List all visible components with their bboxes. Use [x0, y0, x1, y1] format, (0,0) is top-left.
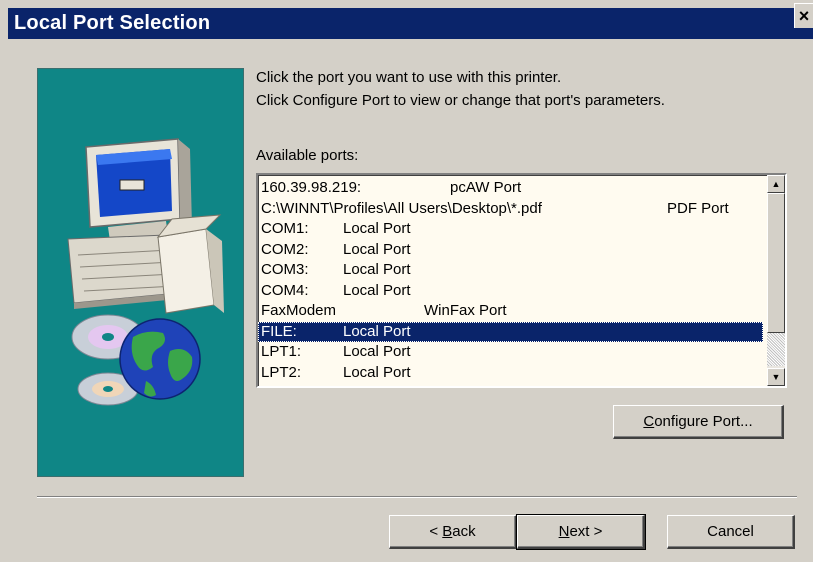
- port-description: pcAW Port: [450, 179, 522, 196]
- port-description: Local Port: [343, 240, 411, 258]
- close-button[interactable]: ×: [794, 3, 813, 28]
- title-bar: Local Port Selection ×: [0, 0, 813, 40]
- globe-icon: [119, 318, 201, 400]
- arrow-up-icon: ▲: [771, 178, 781, 189]
- back-button[interactable]: < Back: [389, 515, 517, 549]
- available-ports-label: Available ports:: [256, 147, 359, 164]
- back-accelerator: B: [442, 523, 453, 540]
- port-name: FaxModem: [261, 302, 337, 319]
- port-name: COM1:: [261, 220, 309, 237]
- port-description: Local Port: [343, 343, 411, 360]
- port-row[interactable]: C:\WINNT\Profiles\All Users\Desktop\*.pd…: [258, 199, 763, 220]
- configure-port-label: Configure Port...: [643, 413, 752, 430]
- button-divider: [37, 496, 797, 498]
- port-description: Local Port: [343, 220, 411, 237]
- port-row[interactable]: COM3: Local Port: [258, 260, 763, 281]
- next-label-rest: ext >: [569, 523, 603, 540]
- cancel-label: Cancel: [707, 523, 754, 540]
- port-name: 160.39.98.219:: [261, 179, 362, 196]
- close-icon: ×: [798, 5, 810, 26]
- arrow-down-icon: ▼: [771, 371, 781, 382]
- port-name: COM4:: [261, 281, 309, 299]
- port-row[interactable]: COM4: Local Port: [258, 281, 763, 302]
- ports-list: 160.39.98.219: pcAW Port C:\WINNT\Profiles…: [258, 178, 763, 383]
- next-button[interactable]: Next >: [516, 514, 646, 550]
- port-description: PDF Port: [667, 199, 729, 217]
- port-description: Local Port: [343, 261, 411, 278]
- dialog-title: Local Port Selection: [14, 12, 211, 34]
- port-row[interactable]: COM2: Local Port: [258, 240, 763, 261]
- port-description: Local Port: [343, 363, 411, 381]
- port-name: LPT1:: [261, 343, 302, 360]
- scroll-thumb[interactable]: [767, 193, 785, 333]
- port-description: Local Port: [343, 281, 411, 299]
- title-bar-band: Local Port Selection: [8, 8, 813, 39]
- port-name: C:\WINNT\Profiles\All Users\Desktop\*.pd…: [261, 199, 542, 217]
- port-name: COM2:: [261, 240, 309, 258]
- scroll-down-button[interactable]: ▼: [767, 368, 785, 386]
- scroll-track[interactable]: [767, 333, 785, 366]
- configure-port-button[interactable]: Configure Port...: [613, 405, 784, 439]
- configure-accelerator: C: [643, 413, 655, 430]
- wizard-illustration: [37, 68, 244, 477]
- port-description: Local Port: [343, 322, 411, 340]
- next-label: Next >: [559, 523, 603, 540]
- port-name: LPT2:: [261, 363, 302, 381]
- box-icon: [156, 214, 224, 314]
- next-accelerator: N: [558, 523, 570, 540]
- configure-label-rest: onfigure Port...: [654, 413, 753, 430]
- ports-listbox[interactable]: 160.39.98.219: pcAW Port C:\WINNT\Profiles…: [256, 173, 787, 388]
- port-row[interactable]: FILE: Local Port: [258, 321, 763, 342]
- port-description: WinFax Port: [424, 302, 507, 319]
- port-row[interactable]: 160.39.98.219: pcAW Port: [258, 178, 763, 199]
- instruction-line-2: Click Configure Port to view or change t…: [256, 92, 665, 109]
- back-arrow: <: [429, 523, 443, 540]
- computer-globe-cd-illustration: [67, 138, 224, 406]
- port-row[interactable]: LPT1: Local Port: [258, 342, 763, 363]
- port-name: COM3:: [261, 261, 309, 278]
- scroll-up-button[interactable]: ▲: [767, 175, 785, 193]
- port-name: FILE:: [261, 322, 297, 340]
- ports-scrollbar[interactable]: ▲ ▼: [767, 175, 785, 386]
- back-label-rest: ack: [452, 523, 476, 540]
- instruction-line-1: Click the port you want to use with this…: [256, 69, 562, 86]
- port-row[interactable]: FaxModem WinFax Port: [258, 301, 763, 322]
- back-label: < Back: [429, 523, 475, 540]
- cancel-button[interactable]: Cancel: [667, 515, 795, 549]
- port-row[interactable]: COM1: Local Port: [258, 219, 763, 240]
- port-row[interactable]: LPT2: Local Port: [258, 363, 763, 384]
